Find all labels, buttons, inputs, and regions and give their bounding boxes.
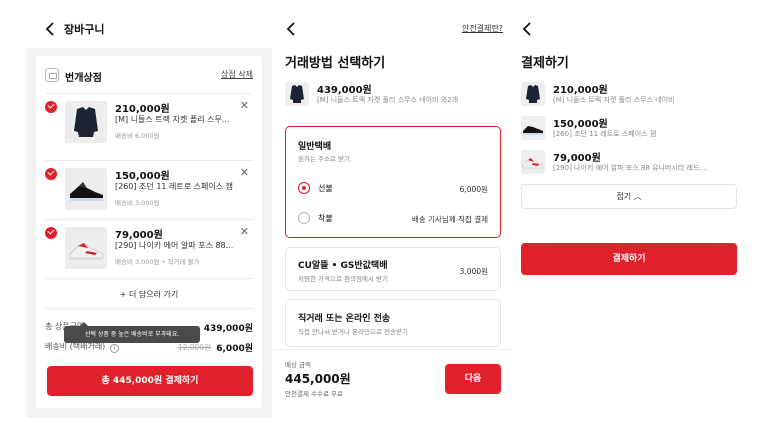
- option-subtitle: 저렴한 가격으로 편의점에서 받기: [298, 275, 388, 283]
- option-title: 일반택배: [298, 142, 332, 152]
- general-delivery-option[interactable]: 일반택배 원하는 주소로 받기 선불 6,000원 착불 배송 기사님께 직접 …: [285, 126, 501, 238]
- item-price: 150,000원: [553, 119, 608, 130]
- cart-item: 210,000원 [M] 니들스 트랙 자켓 폴리 스무... 배송비 6,00…: [45, 99, 253, 155]
- cu-gs-option[interactable]: CU알뜰 • GS반값택배 저렴한 가격으로 편의점에서 받기 3,000원: [285, 247, 501, 291]
- item-name: [290] 나이키 에어 알파 포스 88 유니버시티 레드 ...: [553, 164, 709, 172]
- delete-shop-link[interactable]: 상점 삭제: [221, 69, 253, 80]
- item-shipping: 배송비 3,000원 • 직거래 불가: [115, 258, 200, 266]
- product-thumbnail: [65, 168, 107, 210]
- estimate-value: 445,000원: [285, 372, 351, 386]
- shop-card: 번개상점 상점 삭제 210,000원 [M] 니들스 트랙 자켓 폴리 스무.…: [36, 56, 262, 408]
- radio-prepaid[interactable]: [298, 182, 310, 194]
- page-title: 장바구니: [64, 23, 105, 36]
- product-thumbnail: [521, 116, 545, 140]
- shipping-label: 배송비 (택배거래): [45, 342, 106, 351]
- estimate-subtext: 안전결제 수수료 무료: [285, 390, 343, 398]
- divider: [45, 308, 253, 309]
- option-subtitle: 직접 만나서 받거나 온라인으로 전송받기: [298, 328, 408, 336]
- page-title: 결제하기: [521, 56, 569, 71]
- page-title: 거래방법 선택하기: [285, 56, 386, 71]
- item-price: 210,000원: [553, 85, 608, 96]
- add-more-link[interactable]: + 더 담으러 가기: [45, 289, 253, 300]
- product-thumbnail: [521, 150, 545, 174]
- collect-value: 배송 기사님께 직접 결제: [411, 215, 488, 224]
- product-thumbnail: [65, 101, 107, 143]
- cart-panel: 번개상점 상점 삭제 210,000원 [M] 니들스 트랙 자켓 폴리 스무.…: [26, 48, 272, 418]
- shop-header: 번개상점 상점 삭제: [45, 68, 253, 84]
- remove-item-icon[interactable]: ✕: [240, 99, 249, 112]
- payment-item: 150,000원 [260] 조던 11 레트로 스페이스 잼: [521, 116, 737, 142]
- info-icon[interactable]: i: [109, 344, 119, 353]
- item-shipping: 배송비 3,000원: [115, 199, 160, 207]
- shop-name: 번개상점: [65, 73, 102, 84]
- back-arrow-icon[interactable]: [521, 22, 535, 36]
- item-shipping: 배송비 6,000원: [115, 132, 160, 140]
- product-name: [M] 니들스 트랙 자켓 폴리 스무스 네이비 외2개: [317, 96, 459, 104]
- product-thumbnail: [521, 82, 545, 106]
- shipping-value: 6,000원: [216, 344, 253, 354]
- item-name: [M] 니들스 트랙 자켓 폴리 스무스 네이비: [553, 96, 675, 104]
- item-name: [290] 나이키 에어 알파 포스 88...: [115, 241, 234, 250]
- product-price: 439,000원: [317, 85, 372, 96]
- divider: [45, 278, 253, 279]
- radio-collect[interactable]: [298, 212, 310, 224]
- item-name: [M] 니들스 트랙 자켓 폴리 스무...: [115, 115, 230, 124]
- item-price: 79,000원: [115, 230, 163, 241]
- method-screen: 안전결제란? 거래방법 선택하기 439,000원 [M] 니들스 트랙 자켓 …: [273, 0, 513, 432]
- option-subtitle: 원하는 주소로 받기: [298, 155, 350, 163]
- prepaid-label: 선불: [318, 184, 333, 193]
- option-title: 직거래 또는 온라인 전송: [298, 314, 391, 324]
- original-shipping: 12,000원: [177, 343, 211, 352]
- item-checkbox[interactable]: [45, 227, 57, 239]
- safe-payment-link[interactable]: 안전결제란?: [462, 23, 503, 34]
- item-price: 150,000원: [115, 171, 170, 182]
- item-checkbox[interactable]: [45, 101, 57, 113]
- pay-button[interactable]: 결제하기: [521, 243, 737, 275]
- direct-trade-option[interactable]: 직거래 또는 온라인 전송 직접 만나서 받거나 온라인으로 전송받기: [285, 299, 501, 347]
- cart-item: 150,000원 [260] 조던 11 레트로 스페이스 잼 배송비 3,00…: [45, 166, 253, 222]
- collect-label: 착불: [318, 214, 333, 223]
- product-thumbnail: [65, 227, 107, 269]
- option-value: 3,000원: [459, 267, 488, 276]
- divider: [45, 93, 253, 94]
- item-name: [260] 조던 11 레트로 스페이스 잼: [115, 182, 234, 191]
- shipping-tooltip: 선택 상품 중 높은 배송비로 부과돼요.: [64, 322, 200, 343]
- divider: [45, 160, 253, 161]
- product-summary: 439,000원 [M] 니들스 트랙 자켓 폴리 스무스 네이비 외2개: [285, 82, 501, 108]
- payment-screen: 결제하기 210,000원 [M] 니들스 트랙 자켓 폴리 스무스 네이비 1…: [511, 0, 751, 432]
- item-price: 79,000원: [553, 153, 601, 164]
- product-thumbnail: [285, 82, 309, 106]
- prepaid-value: 6,000원: [459, 185, 488, 194]
- payment-item: 79,000원 [290] 나이키 에어 알파 포스 88 유니버시티 레드 .…: [521, 150, 737, 176]
- payment-item: 210,000원 [M] 니들스 트랙 자켓 폴리 스무스 네이비: [521, 82, 737, 108]
- fold-button[interactable]: 접기 ︿: [521, 184, 737, 209]
- item-checkbox[interactable]: [45, 168, 57, 180]
- divider: [45, 219, 253, 220]
- remove-item-icon[interactable]: ✕: [240, 225, 249, 238]
- remove-item-icon[interactable]: ✕: [240, 166, 249, 179]
- shop-icon: [45, 68, 59, 82]
- back-arrow-icon[interactable]: [44, 22, 58, 36]
- next-button[interactable]: 다음: [445, 364, 501, 394]
- pay-total-button[interactable]: 총 445,000원 결제하기: [47, 366, 253, 396]
- estimate-label: 예상 금액: [285, 361, 311, 369]
- bottom-bar: 예상 금액 445,000원 안전결제 수수료 무료 다음: [273, 349, 513, 413]
- option-title: CU알뜰 • GS반값택배: [298, 261, 388, 271]
- back-arrow-icon[interactable]: [285, 22, 299, 36]
- cart-item: 79,000원 [290] 나이키 에어 알파 포스 88... 배송비 3,0…: [45, 225, 253, 281]
- item-price: 210,000원: [115, 104, 170, 115]
- item-name: [260] 조던 11 레트로 스페이스 잼: [553, 130, 657, 138]
- total-value: 439,000원: [203, 324, 253, 334]
